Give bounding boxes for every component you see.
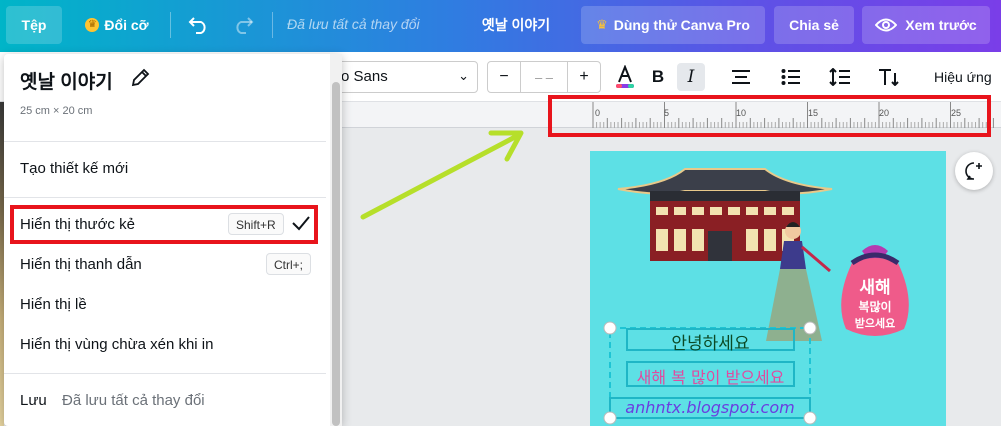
annotation-arrow xyxy=(360,130,524,220)
bold-button[interactable]: B xyxy=(644,63,672,91)
document-title[interactable]: 옛날 이야기 xyxy=(466,6,566,44)
menu-item-label: Tạo thiết kế mới xyxy=(20,160,129,177)
undo-button[interactable] xyxy=(180,6,218,44)
crown-icon: ♛ xyxy=(596,17,608,32)
font-family-value: o Sans xyxy=(341,68,388,85)
bag-text-1: 새해 xyxy=(859,278,890,298)
save-status-text: Đã lưu tất cả thay đổi xyxy=(62,392,205,409)
menu-divider xyxy=(4,373,326,374)
add-comment-button[interactable] xyxy=(955,152,993,190)
menu-item-show-guides[interactable]: Hiển thị thanh dẫn Ctrl+; xyxy=(4,245,326,285)
text-color-button[interactable] xyxy=(611,63,639,91)
font-size-increase-button[interactable]: + xyxy=(568,62,600,92)
file-menu-label: Tệp xyxy=(21,17,47,33)
bag-text-2: 복많이 xyxy=(858,299,891,314)
preview-label: Xem trước xyxy=(905,17,977,33)
menu-item-label: Hiển thị thanh dẫn xyxy=(20,256,142,273)
font-size-decrease-button[interactable]: − xyxy=(488,62,520,92)
spacing-button[interactable] xyxy=(826,63,854,91)
bag-text-3: 받으세요 xyxy=(855,316,895,330)
redo-button[interactable] xyxy=(224,6,262,44)
effects-button[interactable]: Hiệu ứng xyxy=(934,69,992,85)
greeting-text[interactable]: 안녕하세요 xyxy=(627,329,794,354)
italic-button[interactable]: I xyxy=(677,63,705,91)
document-title-label: 옛날 이야기 xyxy=(481,17,551,33)
resize-label: Đổi cỡ xyxy=(104,17,149,33)
ruler-highlight-box xyxy=(548,95,991,137)
file-menu-button[interactable]: Tệp xyxy=(6,6,62,44)
eye-icon xyxy=(875,18,898,32)
font-family-select[interactable]: o Sans ⌄ xyxy=(330,61,478,93)
blog-url-text[interactable]: anhntx.blogspot.com xyxy=(610,398,810,417)
scrollbar-thumb[interactable] xyxy=(332,82,340,426)
menu-item-label: Lưu xyxy=(20,392,47,409)
menu-dimensions: 25 cm × 20 cm xyxy=(20,105,93,117)
redo-icon xyxy=(236,17,254,34)
top-bar: Tệp ♛ Đổi cỡ Đã lưu tất cả thay đổi 옛날 이… xyxy=(0,0,1001,52)
pencil-icon[interactable] xyxy=(130,68,150,88)
menu-item-label: Hiển thị vùng chừa xén khi in xyxy=(20,336,214,353)
font-size-input[interactable]: – – xyxy=(520,62,568,92)
preview-button[interactable]: Xem trước xyxy=(862,6,990,44)
share-label: Chia sẻ xyxy=(789,17,839,33)
shortcut-badge: Ctrl+; xyxy=(266,253,312,275)
resize-button[interactable]: ♛ Đổi cỡ xyxy=(72,6,162,44)
text-color-icon xyxy=(616,65,634,88)
text-size-button[interactable] xyxy=(875,63,903,91)
font-size-stepper: − – – + xyxy=(487,61,601,93)
bullet-list-icon xyxy=(781,69,800,85)
align-center-icon xyxy=(732,70,750,84)
menu-highlight-box xyxy=(10,205,318,244)
text-size-icon xyxy=(879,69,899,86)
save-status: Đã lưu tất cả thay đổi xyxy=(287,16,420,32)
new-year-text[interactable]: 새해 복 많이 받으세요 xyxy=(627,364,794,388)
menu-divider xyxy=(4,141,326,142)
share-button[interactable]: Chia sẻ xyxy=(774,6,854,44)
design-page[interactable]: 새해 복많이 받으세요 안녕하세요 새해 복 많이 받으세요 anhntx.bl… xyxy=(590,151,946,426)
line-spacing-icon xyxy=(829,68,850,86)
menu-item-show-bleed[interactable]: Hiển thị vùng chừa xén khi in xyxy=(4,325,326,365)
list-button[interactable] xyxy=(777,63,805,91)
undo-icon xyxy=(188,17,206,34)
menu-item-show-margins[interactable]: Hiển thị lề xyxy=(4,285,326,325)
chevron-down-icon: ⌄ xyxy=(458,68,469,83)
topbar-divider xyxy=(170,12,171,38)
align-button[interactable] xyxy=(727,63,755,91)
menu-scrollbar[interactable] xyxy=(330,54,342,426)
menu-design-title[interactable]: 옛날 이야기 xyxy=(20,67,113,94)
menu-divider xyxy=(4,197,326,198)
try-pro-button[interactable]: ♛ Dùng thử Canva Pro xyxy=(581,6,765,44)
menu-item-new-design[interactable]: Tạo thiết kế mới xyxy=(4,149,326,189)
menu-item-label: Hiển thị lề xyxy=(20,296,87,313)
crown-icon: ♛ xyxy=(85,18,100,32)
comment-add-icon xyxy=(965,162,982,180)
menu-item-save[interactable]: Lưu Đã lưu tất cả thay đổi xyxy=(4,381,326,421)
try-pro-label: Dùng thử Canva Pro xyxy=(613,17,750,33)
topbar-divider xyxy=(272,12,273,38)
